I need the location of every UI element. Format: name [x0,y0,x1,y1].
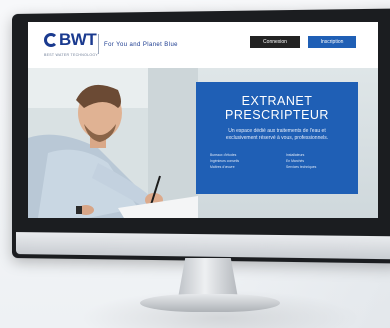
extranet-panel: EXTRANET PRESCRIPTEUR Un espace dédié au… [196,82,358,194]
header-divider [98,34,99,54]
monitor-base [140,294,280,312]
audience-list-right: Installateurs En Marchés Services techni… [286,152,316,170]
bwt-logo-text: BWT [59,30,97,49]
tagline: For You and Planet Blue [104,42,178,48]
logo-subtext: BEST WATER TECHNOLOGY [44,53,99,57]
monitor-stand [178,258,238,298]
audience-list-left: Bureaux d'études Ingénieurs conseils Maî… [210,152,239,170]
bwt-logo[interactable]: BWT [44,30,97,50]
panel-description-line1: Un espace dédié aux traitements de l'eau… [228,128,326,134]
panel-title-line2: PRESCRIPTEUR [225,108,329,122]
signup-button[interactable]: Inscription [308,36,356,48]
list-item: Services techniques [286,165,317,169]
monitor-screen: BWT BEST WATER TECHNOLOGY For You and Pl… [28,22,378,218]
panel-title-line1: EXTRANET [241,94,313,108]
hero-section: EXTRANET PRESCRIPTEUR Un espace dédié au… [28,68,378,218]
hero-photo [28,68,198,218]
site-header: BWT BEST WATER TECHNOLOGY For You and Pl… [28,22,378,68]
login-button[interactable]: Connexion [250,36,300,48]
panel-description: Un espace dédié aux traitements de l'eau… [202,128,352,142]
list-item: Maîtres d'œuvre [210,165,235,169]
panel-title: EXTRANET PRESCRIPTEUR [196,94,358,122]
panel-description-line2: exclusivement réservé à vous, profession… [225,135,329,141]
bwt-logo-icon [44,33,58,47]
monitor-chin [15,232,390,260]
